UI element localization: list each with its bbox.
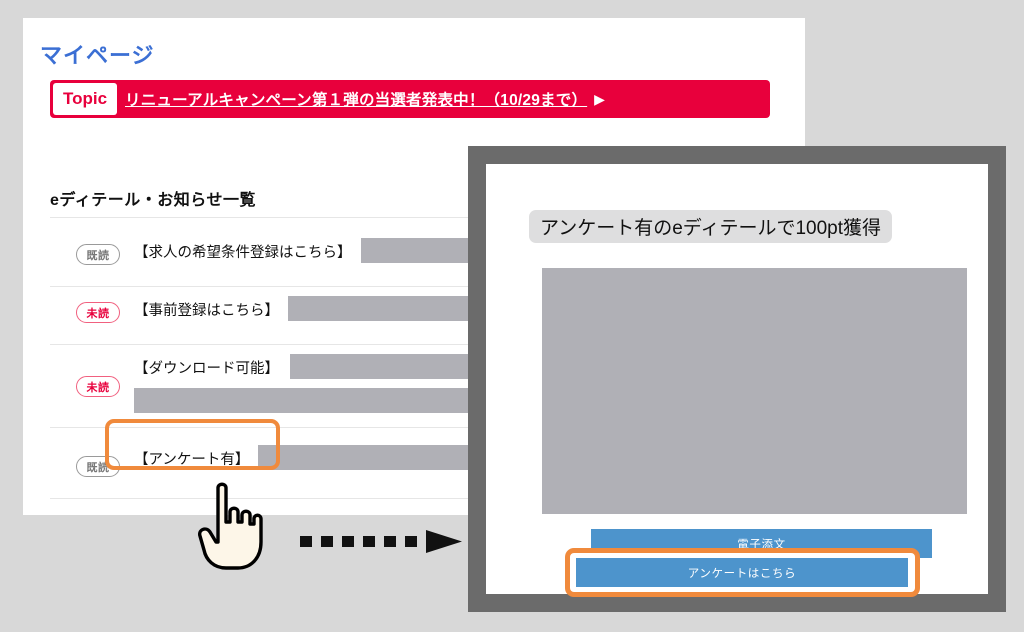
topic-banner[interactable]: Topic リニューアルキャンペーン第１弾の当選者発表中！（10/29まで） ▶ <box>50 80 770 118</box>
topic-badge-label: Topic <box>53 83 117 115</box>
list-item-label: 【求人の希望条件登録はこちら】 <box>134 245 352 261</box>
detail-title: アンケート有のeディテールで100pt獲得 <box>529 210 893 243</box>
detail-body-redaction <box>542 268 967 514</box>
survey-button[interactable]: アンケートはこちら <box>576 558 908 587</box>
pointing-hand-cursor-icon <box>196 478 268 574</box>
detail-panel-content: アンケート有のeディテールで100pt獲得 電子添文 アンケートはこちら <box>486 164 988 594</box>
play-triangle-icon: ▶ <box>594 91 605 107</box>
detail-panel: アンケート有のeディテールで100pt獲得 電子添文 アンケートはこちら <box>468 146 1006 612</box>
dotted-right-arrow-icon <box>300 529 468 553</box>
list-item-label: 【事前登録はこちら】 <box>134 303 279 319</box>
survey-button-highlight-box: アンケートはこちら <box>565 548 920 597</box>
status-badge: 既読 <box>76 244 120 265</box>
status-badge: 未読 <box>76 376 120 397</box>
page-title: マイページ <box>40 43 155 68</box>
list-heading: eディテール・お知らせ一覧 <box>50 192 256 209</box>
status-badge: 未読 <box>76 302 120 323</box>
list-item-label: 【ダウンロード可能】 <box>134 361 279 377</box>
topic-link[interactable]: リニューアルキャンペーン第１弾の当選者発表中！（10/29まで） <box>125 88 587 110</box>
list-item-highlight-box <box>105 419 280 470</box>
